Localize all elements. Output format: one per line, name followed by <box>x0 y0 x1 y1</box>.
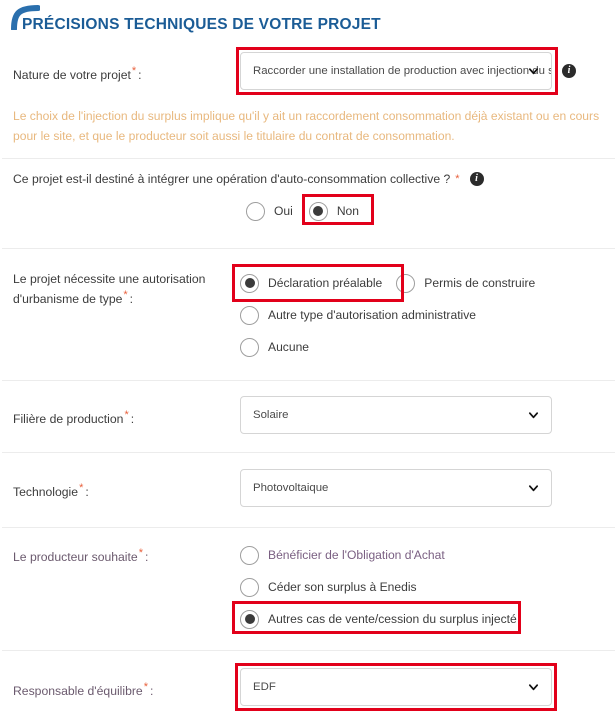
radio-circle-aucune[interactable] <box>240 337 259 357</box>
nature-projet-value: Raccorder une installation de production… <box>253 65 552 77</box>
page-title: PRÉCISIONS TECHNIQUES DE VOTRE PROJET <box>22 16 381 33</box>
label-technologie-text: Technologie <box>13 485 79 500</box>
info-icon[interactable]: i <box>469 172 484 186</box>
row-technologie: Technologie*: Photovoltaique <box>0 469 615 507</box>
radio-option-ceder-surplus[interactable]: Céder son surplus à Enedis <box>240 572 615 602</box>
label-colon: : <box>150 684 154 699</box>
label-colon: : <box>144 550 149 565</box>
divider-1 <box>2 158 615 159</box>
row-nature-projet: Nature de votre projet*: Raccorder une i… <box>0 47 615 95</box>
label-responsable-text: Responsable d'équilibre <box>13 684 143 699</box>
technical-details-form: PRÉCISIONS TECHNIQUES DE VOTRE PROJET Na… <box>0 0 615 716</box>
label-autorisation-line1: Le projet nécessite une autorisation <box>13 272 206 286</box>
radio-label-obligation-achat: Bénéficier de l'Obligation d'Achat <box>268 548 445 562</box>
row-producteur-souhaite: Le producteur souhaite*: Bénéficier de l… <box>0 540 615 634</box>
radio-label-non: Non <box>336 204 360 218</box>
filiere-production-select[interactable]: Solaire <box>240 396 552 434</box>
required-marker: * <box>455 173 460 185</box>
radio-option-autres-cas[interactable]: Autres cas de vente/cession du surplus i… <box>232 601 615 634</box>
label-responsable-equilibre: Responsable d'équilibre*: <box>0 668 240 699</box>
required-marker: * <box>131 65 137 77</box>
label-producteur-text: Le producteur souhaite <box>13 550 138 565</box>
radio-option-declaration-prealable[interactable]: Déclaration préalable <box>240 268 382 298</box>
required-marker: * <box>123 289 128 301</box>
radio-circle-non[interactable] <box>308 201 328 221</box>
radio-circle-oui[interactable] <box>246 201 265 221</box>
divider-4 <box>2 452 615 453</box>
warning-note: Le choix de l'injection du surplus impli… <box>0 106 615 146</box>
radio-option-aucune[interactable]: Aucune <box>240 332 615 362</box>
label-autorisation-urbanisme: Le projet nécessite une autorisation d'u… <box>0 268 240 307</box>
chevron-down-icon <box>528 684 539 691</box>
label-nature-projet: Nature de votre projet*: <box>0 52 240 83</box>
divider-6 <box>2 650 615 651</box>
radio-option-obligation-achat[interactable]: Bénéficier de l'Obligation d'Achat <box>240 540 615 570</box>
required-marker: * <box>143 681 148 693</box>
warning-note-line1: Le choix de l'injection du surplus impli… <box>13 109 600 123</box>
radio-circle-declaration-prealable[interactable] <box>240 273 259 293</box>
radio-label-ceder-surplus: Céder son surplus à Enedis <box>268 580 417 594</box>
radio-circle-autre-type[interactable] <box>240 305 259 325</box>
radio-circle-obligation-achat[interactable] <box>240 545 259 565</box>
row-responsable-equilibre: Responsable d'équilibre*: EDF <box>0 663 615 711</box>
radio-label-declaration-prealable: Déclaration préalable <box>268 276 383 290</box>
label-nature-projet-text: Nature de votre projet <box>13 68 131 83</box>
radio-option-permis-construire[interactable]: Permis de construire <box>396 268 535 298</box>
label-autorisation-line2: d'urbanisme de type <box>13 292 123 307</box>
label-filiere-text: Filière de production <box>13 412 124 427</box>
radio-option-non[interactable]: Non <box>301 194 374 226</box>
label-colon: : <box>85 485 89 500</box>
row-filiere-production: Filière de production*: Solaire <box>0 396 615 434</box>
responsable-equilibre-select[interactable]: EDF <box>240 668 552 706</box>
label-colon: : <box>138 68 142 83</box>
divider-3 <box>2 380 615 381</box>
label-filiere-production: Filière de production*: <box>0 396 240 427</box>
chevron-down-icon <box>528 412 539 419</box>
label-colon: : <box>130 412 135 427</box>
radio-label-aucune: Aucune <box>268 340 310 354</box>
radio-label-permis-construire: Permis de construire <box>424 276 536 290</box>
radio-option-oui[interactable]: Oui <box>246 196 293 226</box>
radio-circle-ceder-surplus[interactable] <box>240 577 259 597</box>
radio-option-autre-type[interactable]: Autre type d'autorisation administrative <box>240 300 615 330</box>
divider-2 <box>2 248 615 249</box>
chevron-down-icon <box>528 485 539 492</box>
responsable-equilibre-value: EDF <box>253 681 276 693</box>
chevron-down-icon <box>528 68 539 75</box>
required-marker: * <box>138 547 143 559</box>
row-autoconsommation-collective: Ce projet est-il destiné à intégrer une … <box>0 172 615 226</box>
filiere-production-value: Solaire <box>253 409 289 421</box>
divider-5 <box>2 527 615 528</box>
technologie-value: Photovoltaique <box>253 482 329 494</box>
label-technologie: Technologie*: <box>0 469 240 500</box>
label-colon: : <box>129 292 134 307</box>
label-producteur-souhaite: Le producteur souhaite*: <box>0 540 240 565</box>
radio-label-autres-cas: Autres cas de vente/cession du surplus i… <box>268 612 517 626</box>
nature-projet-select[interactable]: Raccorder une installation de production… <box>240 52 552 90</box>
section-header: PRÉCISIONS TECHNIQUES DE VOTRE PROJET <box>0 0 615 48</box>
info-icon[interactable]: i <box>562 64 576 78</box>
row-autorisation-urbanisme: Le projet nécessite une autorisation d'u… <box>0 264 615 362</box>
radio-label-oui: Oui <box>274 204 293 218</box>
radio-circle-autres-cas[interactable] <box>240 609 259 629</box>
radio-label-autre-type: Autre type d'autorisation administrative <box>268 308 477 322</box>
radio-circle-permis-construire[interactable] <box>396 273 416 293</box>
technologie-select[interactable]: Photovoltaique <box>240 469 552 507</box>
required-marker: * <box>124 409 129 421</box>
required-marker: * <box>79 482 84 494</box>
label-autoconsommation-question: Ce projet est-il destiné à intégrer une … <box>13 172 451 186</box>
warning-note-line2: pour le site, et que le producteur soit … <box>13 129 455 143</box>
